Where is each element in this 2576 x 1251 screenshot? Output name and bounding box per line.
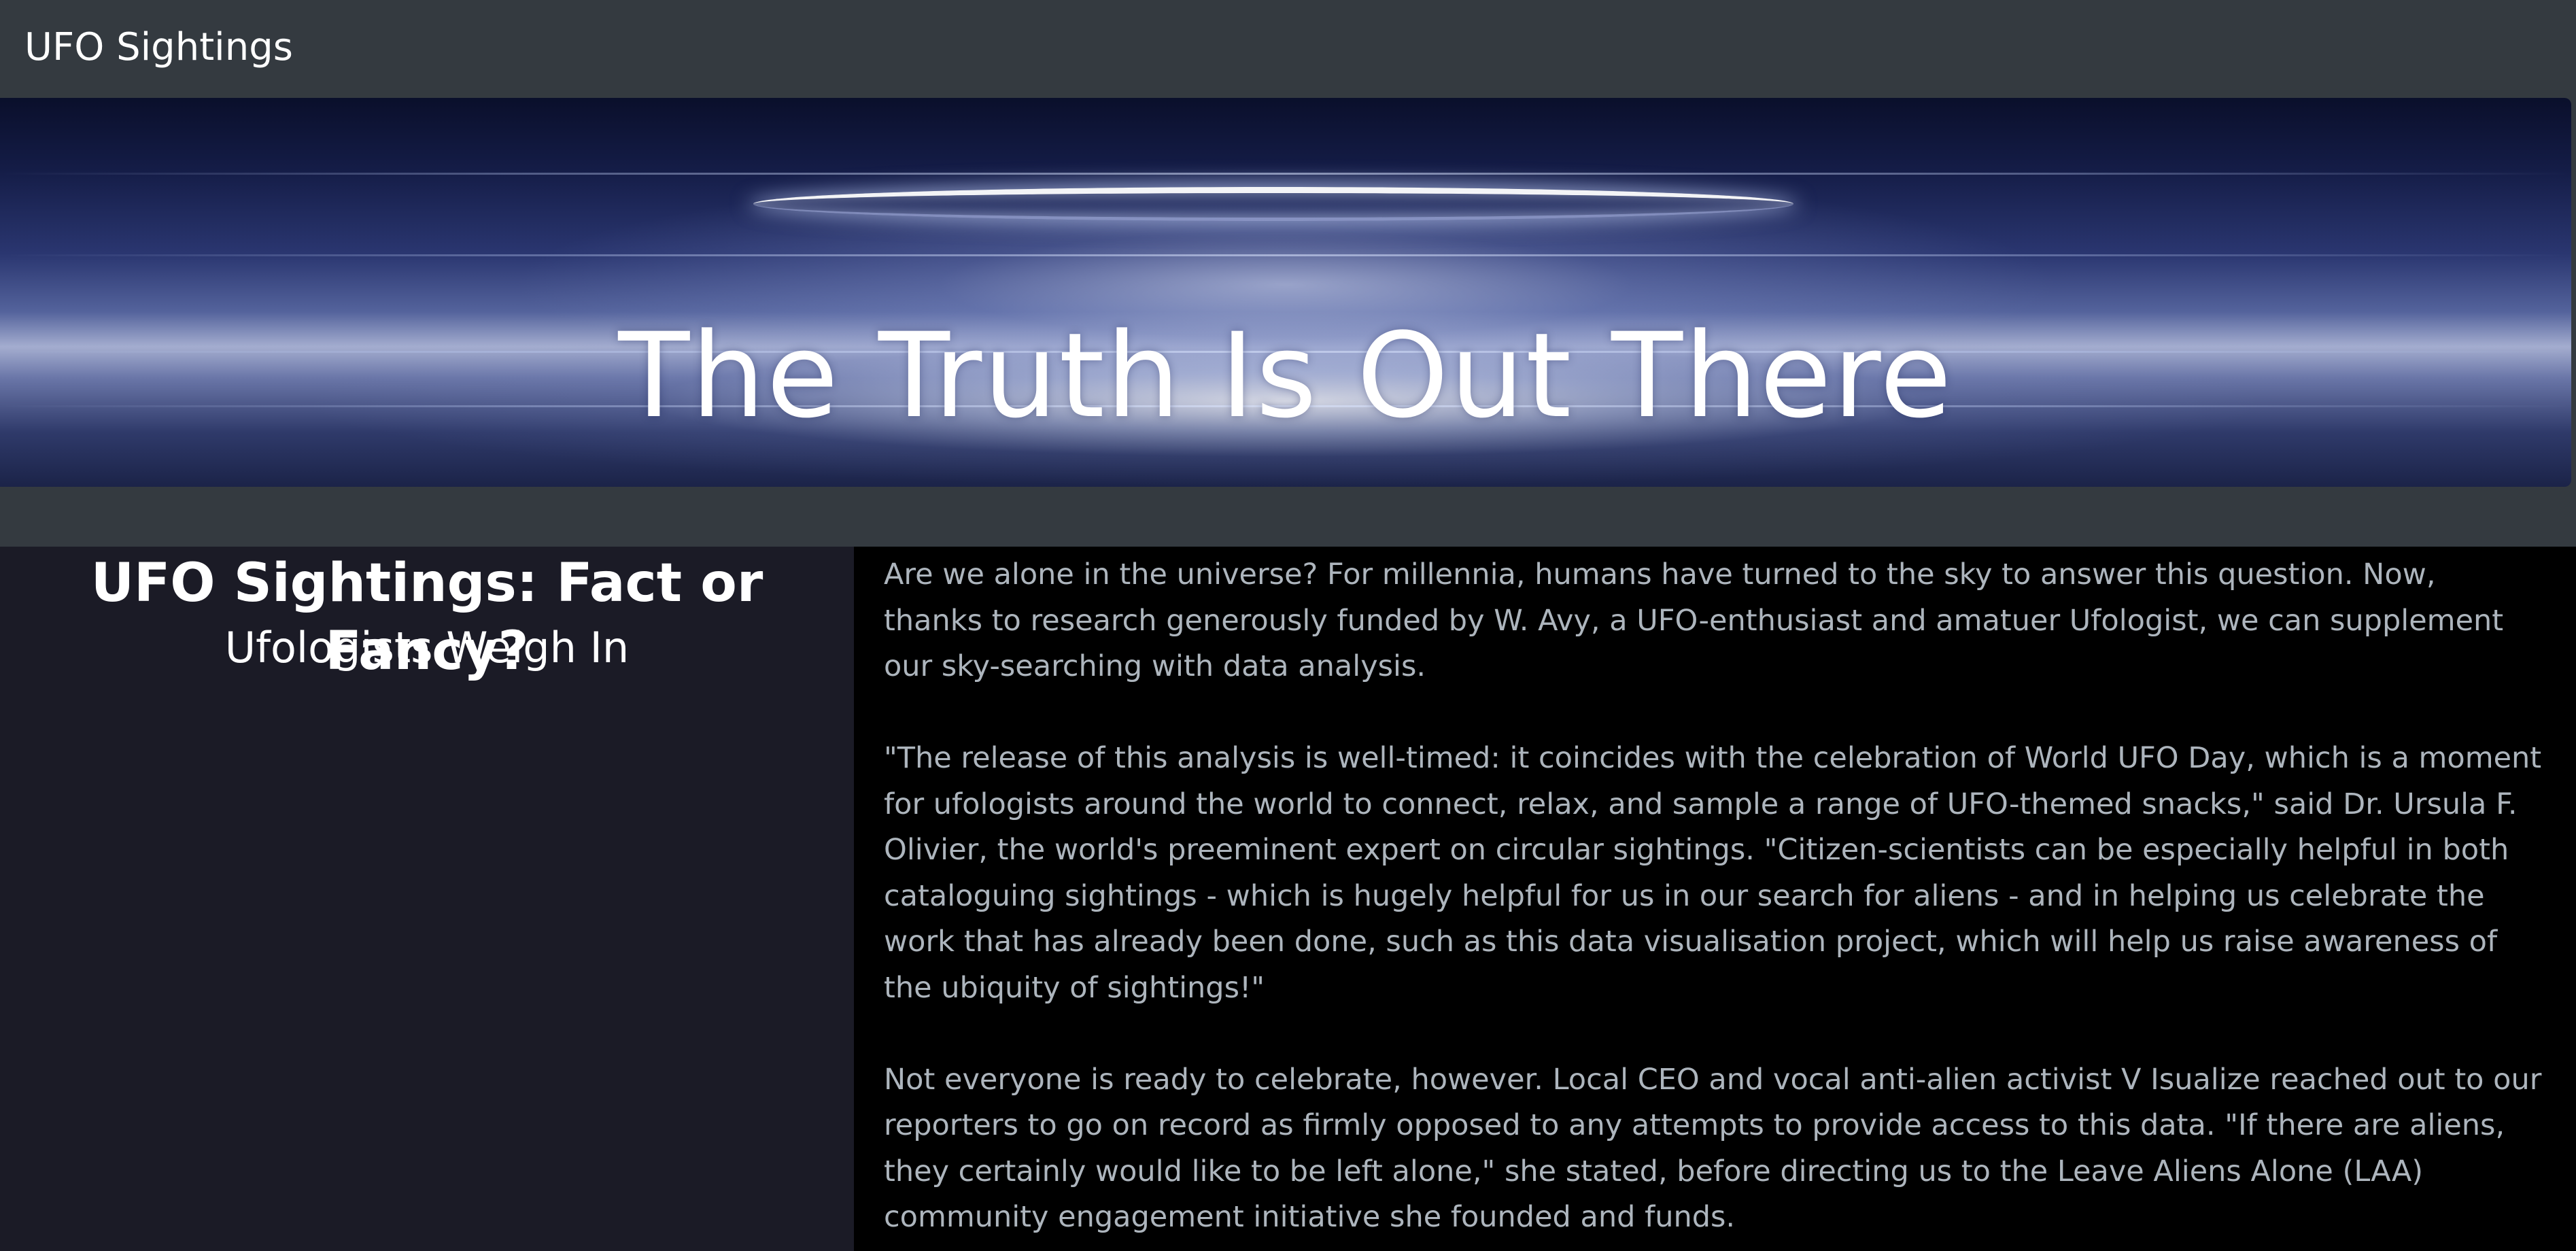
hero-title: The Truth Is Out There xyxy=(618,307,1953,445)
article-paragraph: "The release of this analysis is well-ti… xyxy=(884,741,2542,1005)
hero-banner: The Truth Is Out There xyxy=(0,98,2571,487)
sidebar-subtitle: Ufologists Weigh In xyxy=(224,623,630,672)
article-paragraph: Not everyone is ready to celebrate, howe… xyxy=(884,1062,2542,1235)
ufo-saucer-image xyxy=(753,187,1793,221)
article-paragraph: Are we alone in the universe? For millen… xyxy=(884,558,2504,683)
navbar-brand-link[interactable]: UFO Sightings xyxy=(24,20,293,75)
navbar: UFO Sightings xyxy=(0,0,2576,98)
header-divider-strip xyxy=(0,487,2576,547)
article-body: Are we alone in the universe? For millen… xyxy=(884,552,2543,1251)
hero-light-streak xyxy=(0,173,2571,175)
hero-light-streak xyxy=(0,254,2571,256)
article-panel[interactable]: Are we alone in the universe? For millen… xyxy=(854,547,2576,1251)
